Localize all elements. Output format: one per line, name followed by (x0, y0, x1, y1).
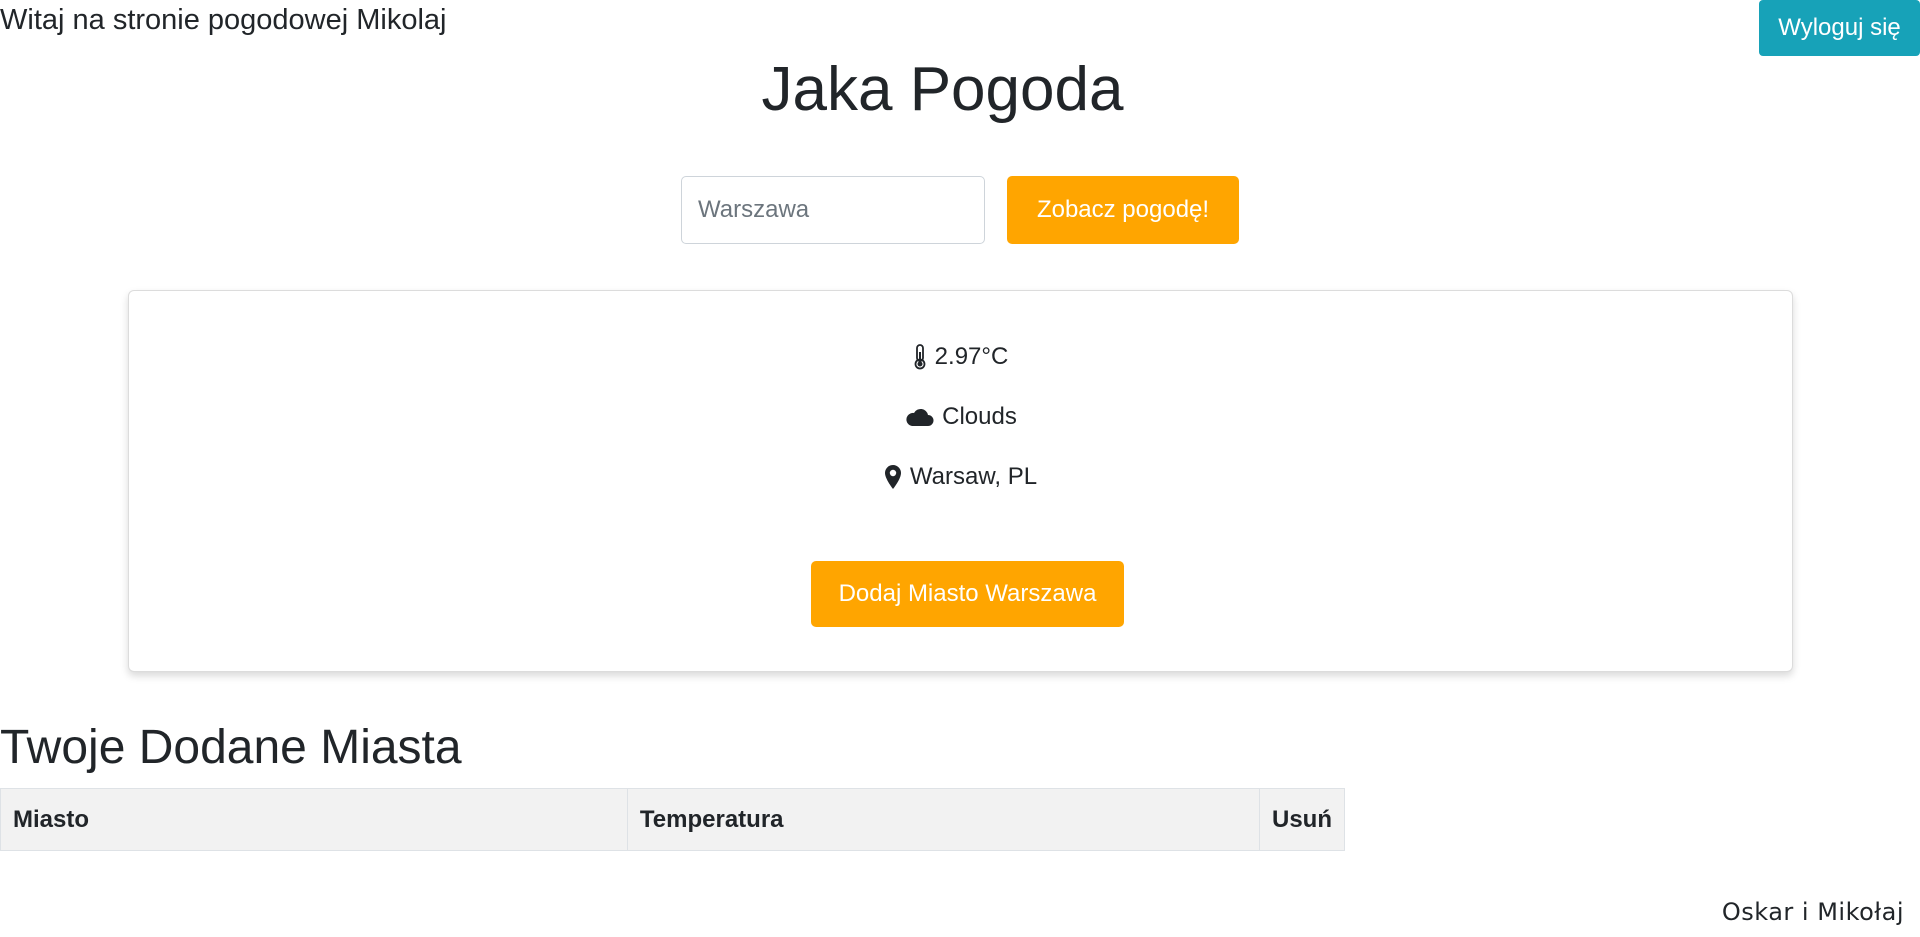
search-row: Zobacz pogodę! (681, 176, 1239, 244)
logout-button[interactable]: Wyloguj się (1759, 0, 1920, 56)
map-marker-icon (884, 464, 902, 490)
add-city-button[interactable]: Dodaj Miasto Warszawa (811, 561, 1124, 627)
cloud-icon (904, 407, 934, 427)
column-header-temperature: Temperatura (626, 788, 1261, 851)
show-weather-button[interactable]: Zobacz pogodę! (1007, 176, 1239, 244)
page-title: Jaka Pogoda (761, 55, 1124, 124)
column-header-remove: Usuń (1259, 788, 1345, 851)
cities-table: Miasto Temperatura Usuń (0, 788, 1345, 851)
thermometer-icon (913, 344, 927, 370)
weather-card: 2.97°C Clouds Warsaw, PL Dodaj Miasto Wa… (128, 290, 1793, 672)
temperature-row: 2.97°C (129, 341, 1792, 373)
welcome-message: Witaj na stronie pogodowej Mikolaj (0, 4, 447, 36)
top-bar: Witaj na stronie pogodowej Mikolaj Wylog… (0, 0, 1920, 56)
column-header-city: Miasto (0, 788, 628, 851)
footer-credits: Oskar i Mikołaj (1721, 898, 1904, 926)
cities-heading: Twoje Dodane Miasta (0, 721, 462, 774)
table-header-row: Miasto Temperatura Usuń (0, 788, 1345, 851)
condition-row: Clouds (129, 401, 1792, 433)
city-search-input[interactable] (681, 176, 985, 244)
location-value: Warsaw, PL (909, 463, 1038, 490)
location-row: Warsaw, PL (129, 461, 1792, 493)
temperature-value: 2.97°C (934, 343, 1009, 370)
condition-value: Clouds (942, 403, 1017, 430)
